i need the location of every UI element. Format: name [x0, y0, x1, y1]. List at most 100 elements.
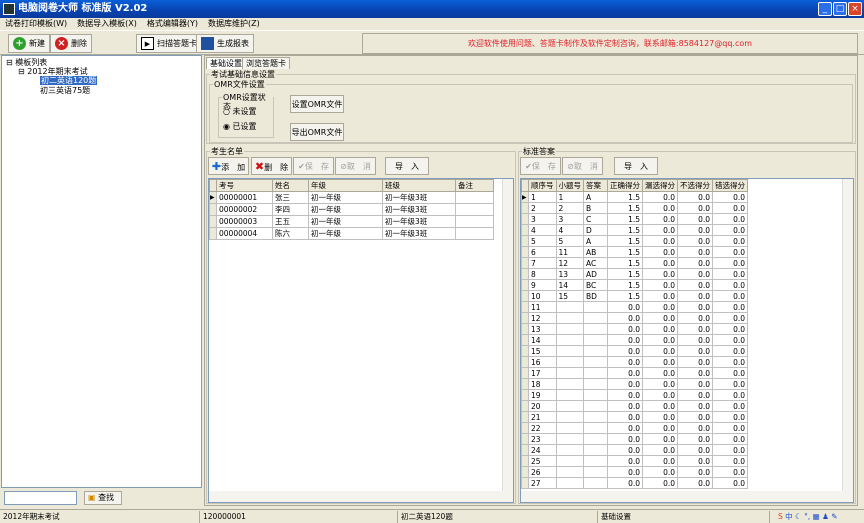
table-cell[interactable]: 10: [528, 290, 557, 302]
table-cell[interactable]: 00000002: [216, 203, 273, 216]
import-answers-button[interactable]: 导 入: [614, 157, 658, 175]
table-cell[interactable]: 0.0: [712, 378, 748, 390]
table-cell[interactable]: AB: [583, 246, 608, 258]
table-cell[interactable]: 4: [528, 224, 557, 236]
table-cell[interactable]: 3: [528, 213, 557, 225]
table-cell[interactable]: [583, 422, 608, 434]
table-cell[interactable]: 0.0: [712, 345, 748, 357]
horizontal-scrollbar[interactable]: [209, 491, 513, 502]
column-header[interactable]: 班级: [382, 179, 456, 192]
table-cell[interactable]: 13: [555, 268, 584, 280]
table-cell[interactable]: 0.0: [677, 455, 713, 467]
table-cell[interactable]: 0.0: [642, 400, 678, 412]
maximize-button[interactable]: □: [833, 2, 847, 16]
export-omr-button[interactable]: 导出OMR文件: [290, 123, 344, 141]
table-cell[interactable]: 19: [528, 389, 557, 401]
delete-button[interactable]: × 删除: [50, 34, 92, 53]
table-cell[interactable]: 17: [528, 367, 557, 379]
table-cell[interactable]: 1.5: [607, 257, 643, 269]
table-cell[interactable]: 初一年级3班: [382, 227, 456, 240]
table-row[interactable]: 27 0.0 0.0 0.0 0.0: [521, 477, 748, 489]
table-cell[interactable]: 0.0: [712, 246, 748, 258]
table-cell[interactable]: 0.0: [677, 367, 713, 379]
tab-basic[interactable]: 基础设置: [206, 57, 246, 69]
column-header[interactable]: 姓名: [272, 179, 309, 192]
table-cell[interactable]: [583, 455, 608, 467]
table-cell[interactable]: 00000003: [216, 215, 273, 228]
find-button[interactable]: ▣ 查找: [84, 491, 122, 505]
table-cell[interactable]: 0.0: [712, 323, 748, 335]
table-cell[interactable]: 1.5: [607, 290, 643, 302]
table-cell[interactable]: 4: [555, 224, 584, 236]
table-cell[interactable]: 1.5: [607, 235, 643, 247]
table-cell[interactable]: 初一年级: [308, 191, 383, 204]
table-cell[interactable]: 0.0: [642, 378, 678, 390]
table-cell[interactable]: 0.0: [677, 466, 713, 478]
vertical-scrollbar[interactable]: [502, 179, 513, 493]
table-cell[interactable]: [455, 227, 494, 240]
table-cell[interactable]: 0.0: [607, 389, 643, 401]
import-students-button[interactable]: 导 入: [385, 157, 429, 175]
table-cell[interactable]: 16: [528, 356, 557, 368]
menu-print-template[interactable]: 试卷打印模板(W): [5, 19, 67, 28]
table-cell[interactable]: 1.5: [607, 202, 643, 214]
table-cell[interactable]: 23: [528, 433, 557, 445]
save-answers-button[interactable]: ✔保 存: [520, 157, 561, 175]
column-header[interactable]: 考号: [216, 179, 273, 192]
scan-button[interactable]: ▶ 扫描答题卡: [136, 34, 202, 53]
table-row[interactable]: 3 3 C 1.5 0.0 0.0 0.0: [521, 213, 748, 225]
column-header[interactable]: 答案: [583, 179, 608, 192]
table-cell[interactable]: 0.0: [712, 455, 748, 467]
table-row[interactable]: 00000002 李四 初一年级 初一年级3班: [209, 203, 494, 216]
table-cell[interactable]: 0.0: [607, 466, 643, 478]
table-cell[interactable]: 0.0: [642, 224, 678, 236]
report-button[interactable]: 生成报表: [196, 34, 254, 53]
table-cell[interactable]: 0.0: [642, 334, 678, 346]
table-cell[interactable]: 14: [555, 279, 584, 291]
table-row[interactable]: 18 0.0 0.0 0.0 0.0: [521, 378, 748, 390]
radio-unset[interactable]: ○ 未设置: [223, 106, 257, 117]
table-row[interactable]: 10 15 BD 1.5 0.0 0.0 0.0: [521, 290, 748, 302]
table-row[interactable]: 17 0.0 0.0 0.0 0.0: [521, 367, 748, 379]
table-cell[interactable]: 0.0: [677, 279, 713, 291]
delete-student-button[interactable]: ✖删 除: [251, 157, 292, 175]
table-cell[interactable]: D: [583, 224, 608, 236]
table-cell[interactable]: 0.0: [677, 477, 713, 489]
table-cell[interactable]: 陈六: [272, 227, 309, 240]
table-cell[interactable]: [555, 356, 584, 368]
table-row[interactable]: ▶ 00000001 张三 初一年级 初一年级3班: [209, 191, 494, 204]
table-row[interactable]: 19 0.0 0.0 0.0 0.0: [521, 389, 748, 401]
table-cell[interactable]: 25: [528, 455, 557, 467]
table-cell[interactable]: 0.0: [642, 213, 678, 225]
table-cell[interactable]: [583, 477, 608, 489]
table-cell[interactable]: 0.0: [642, 466, 678, 478]
table-cell[interactable]: 0.0: [712, 334, 748, 346]
table-cell[interactable]: 0.0: [607, 400, 643, 412]
table-cell[interactable]: 0.0: [677, 246, 713, 258]
table-cell[interactable]: 0.0: [607, 477, 643, 489]
table-cell[interactable]: 0.0: [677, 301, 713, 313]
table-cell[interactable]: 0.0: [607, 345, 643, 357]
close-button[interactable]: ×: [848, 2, 862, 16]
table-cell[interactable]: [555, 323, 584, 335]
table-cell[interactable]: 1.5: [607, 279, 643, 291]
table-cell[interactable]: 2: [528, 202, 557, 214]
table-cell[interactable]: 8: [528, 268, 557, 280]
table-row[interactable]: 21 0.0 0.0 0.0 0.0: [521, 411, 748, 423]
table-cell[interactable]: 0.0: [677, 345, 713, 357]
column-header[interactable]: 小题号: [555, 179, 584, 192]
table-row[interactable]: 22 0.0 0.0 0.0 0.0: [521, 422, 748, 434]
table-cell[interactable]: 0.0: [677, 400, 713, 412]
table-cell[interactable]: [583, 356, 608, 368]
table-cell[interactable]: 0.0: [712, 257, 748, 269]
table-cell[interactable]: [583, 334, 608, 346]
table-cell[interactable]: C: [583, 213, 608, 225]
table-cell[interactable]: 21: [528, 411, 557, 423]
table-row[interactable]: 4 4 D 1.5 0.0 0.0 0.0: [521, 224, 748, 236]
table-cell[interactable]: [583, 400, 608, 412]
add-student-button[interactable]: ✚添 加: [208, 157, 249, 175]
table-cell[interactable]: 0.0: [677, 213, 713, 225]
cancel-answers-button[interactable]: ⊘取 消: [562, 157, 603, 175]
save-student-button[interactable]: ✔保 存: [293, 157, 334, 175]
table-row[interactable]: 7 12 AC 1.5 0.0 0.0 0.0: [521, 257, 748, 269]
